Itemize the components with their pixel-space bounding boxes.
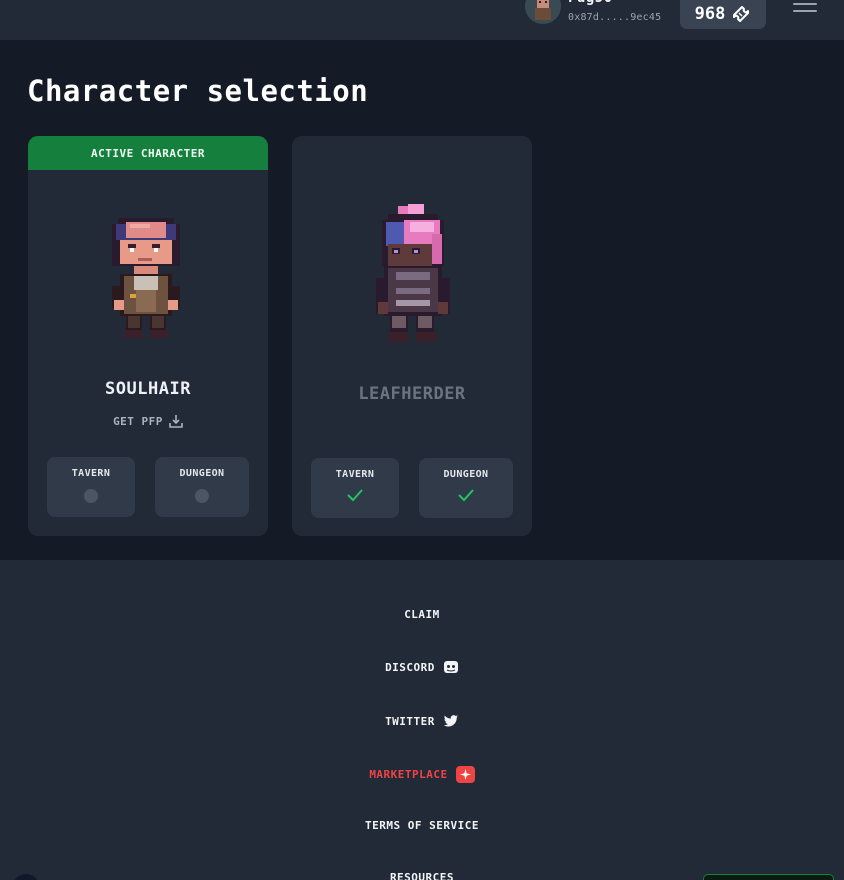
hamburger-menu-icon[interactable]	[793, 0, 817, 20]
dungeon-status: DUNGEON	[155, 457, 249, 517]
footer-link-marketplace[interactable]: MARKETPLACE	[0, 766, 844, 783]
balance-badge[interactable]: 968	[680, 0, 766, 29]
wallet-address: 0x87d.....9ec45	[568, 12, 662, 23]
active-character-banner: ACTIVE CHARACTER	[28, 136, 268, 170]
leafherder-sprite	[376, 204, 450, 342]
user-profile[interactable]: Fdg50 0x87d.....9ec45	[525, 0, 661, 26]
tavern-status: TAVERN	[47, 457, 135, 517]
user-avatar[interactable]	[525, 0, 561, 24]
page-title: Character selection	[27, 74, 369, 108]
footer: CLAIM DISCORD TWITTER MARKETPLACE TERMS …	[0, 560, 844, 880]
soulhair-sprite	[112, 218, 180, 338]
twitter-icon	[443, 715, 458, 727]
character-card-soulhair[interactable]: ACTIVE CHARACTER SOULHAIR GET PFP TAVERN…	[28, 136, 268, 536]
terms-label: TERMS OF SERVICE	[365, 819, 479, 832]
username: Fdg50	[568, 0, 661, 8]
corner-button[interactable]	[703, 874, 834, 880]
character-name: LEAFHERDER	[358, 384, 466, 404]
footer-link-claim[interactable]: CLAIM	[0, 608, 844, 621]
avatar-image	[525, 0, 561, 24]
tavern-label: TAVERN	[335, 469, 375, 480]
discord-label: DISCORD	[385, 660, 435, 674]
character-card-leafherder[interactable]: LEAFHERDER TAVERN DUNGEON	[292, 136, 532, 536]
discord-icon	[443, 661, 458, 673]
footer-link-discord[interactable]: DISCORD	[0, 659, 844, 675]
tavern-label: TAVERN	[71, 468, 111, 479]
check-icon	[458, 489, 474, 502]
footer-link-terms[interactable]: TERMS OF SERVICE	[0, 819, 844, 832]
character-name: SOULHAIR	[105, 379, 191, 399]
ticket-icon	[733, 5, 750, 22]
main-content: Character selection ACTIVE CHARACTER SOU…	[0, 40, 844, 560]
dungeon-status: DUNGEON	[419, 458, 513, 518]
footer-link-twitter[interactable]: TWITTER	[0, 713, 844, 729]
incomplete-dot-icon	[195, 489, 209, 503]
get-pfp-button[interactable]: GET PFP	[28, 414, 268, 428]
claim-label: CLAIM	[404, 608, 440, 621]
sparkle-icon	[455, 766, 475, 783]
tavern-status: TAVERN	[311, 458, 399, 518]
download-icon	[169, 415, 183, 428]
get-pfp-label: GET PFP	[113, 414, 163, 428]
balance-value: 968	[694, 3, 726, 24]
top-bar: Fdg50 0x87d.....9ec45 968	[0, 0, 844, 40]
dungeon-label: DUNGEON	[179, 468, 225, 479]
marketplace-label: MARKETPLACE	[369, 768, 448, 781]
twitter-label: TWITTER	[385, 714, 435, 728]
resources-label: RESOURCES	[389, 871, 455, 880]
dungeon-label: DUNGEON	[443, 469, 489, 480]
check-icon	[347, 489, 363, 502]
incomplete-dot-icon	[84, 489, 98, 503]
